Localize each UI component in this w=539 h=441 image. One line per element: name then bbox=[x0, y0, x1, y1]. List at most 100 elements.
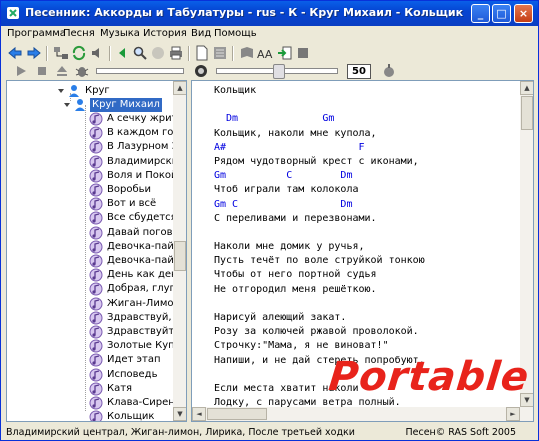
lyric-line: Наколи мне домик у ручья, bbox=[214, 241, 365, 253]
song-tree: Круг Круг Михаил А сечку жрите сВ каждом… bbox=[6, 80, 187, 422]
chord-line: Gm C Dm bbox=[214, 198, 353, 210]
note-icon bbox=[89, 211, 103, 225]
collapse-arrow-icon[interactable] bbox=[63, 98, 71, 112]
eject-icon[interactable] bbox=[54, 63, 70, 79]
book-icon[interactable] bbox=[239, 45, 255, 61]
menu-program[interactable]: Программа bbox=[7, 28, 66, 39]
tree-song-label: Девочка-пай 2 bbox=[107, 255, 184, 266]
font-size-icon[interactable]: AA bbox=[257, 45, 273, 61]
chord-line: A# F bbox=[214, 141, 365, 153]
bug-icon[interactable] bbox=[74, 63, 90, 79]
metronome-icon[interactable] bbox=[193, 63, 209, 79]
note-icon bbox=[89, 282, 103, 296]
person-icon bbox=[75, 99, 85, 111]
tree-song-label: Катя bbox=[107, 382, 133, 394]
close-button[interactable]: × bbox=[514, 4, 533, 23]
menu-bar: Программа Песня Музыка История Вид Помощ… bbox=[1, 26, 538, 43]
tool-icon[interactable] bbox=[295, 45, 311, 61]
note-icon bbox=[89, 183, 103, 197]
position-slider[interactable] bbox=[96, 68, 184, 74]
lyric-line bbox=[214, 226, 425, 240]
note-icon bbox=[89, 339, 103, 353]
title-bar[interactable]: Песенник: Аккорды и Табулатуры - rus - К… bbox=[1, 1, 538, 26]
note-icon bbox=[89, 311, 103, 325]
status-copyright: Песен© RAS Soft 2005 bbox=[405, 427, 517, 438]
lyric-line: Нарисуй алеющий закат. bbox=[214, 312, 347, 323]
app-icon bbox=[7, 7, 19, 19]
tree-song-label: Воробьи bbox=[107, 184, 152, 195]
scroll-up-button[interactable]: ▲ bbox=[520, 81, 533, 95]
new-document-icon[interactable] bbox=[194, 45, 210, 61]
tree-song-label: Вот и всё bbox=[107, 198, 157, 210]
tree-song-label: Воля и Покой bbox=[107, 169, 178, 181]
tree-song-label: Все сбудется bbox=[107, 212, 177, 224]
chord-line: Gm C Dm bbox=[214, 170, 353, 182]
note-icon bbox=[89, 254, 103, 268]
app-window: Песенник: Аккорды и Табулатуры - rus - К… bbox=[0, 0, 539, 441]
note-icon bbox=[89, 382, 103, 396]
note-icon bbox=[89, 169, 103, 183]
menu-help[interactable]: Помощь bbox=[214, 28, 257, 39]
note-icon bbox=[89, 410, 103, 421]
speed-slider-thumb[interactable] bbox=[273, 64, 285, 79]
tree-song-label: Исповедь bbox=[107, 368, 158, 380]
menu-history[interactable]: История bbox=[143, 28, 187, 39]
scroll-right-button[interactable]: ► bbox=[506, 407, 520, 421]
note-icon bbox=[89, 140, 103, 154]
tree-song-label: Идет этап bbox=[107, 354, 161, 366]
lyric-line: Пусть течёт по воле струйкой тонкою bbox=[214, 255, 425, 267]
lyric-line: Чтобы от него портной судья bbox=[214, 269, 377, 281]
disabled-tool-icon[interactable] bbox=[150, 45, 166, 61]
chord-line: Dm Gm bbox=[214, 113, 335, 125]
text-hscroll-thumb[interactable] bbox=[207, 408, 267, 420]
scroll-down-button[interactable]: ▼ bbox=[173, 407, 186, 421]
tree-icon[interactable] bbox=[53, 45, 69, 61]
lyric-line: Не отгородил меня решёткою. bbox=[214, 283, 377, 295]
status-bar: Владимирский централ, Жиган-лимон, Лирик… bbox=[1, 424, 538, 440]
tree-scrollbar[interactable]: ▲ ▼ bbox=[173, 81, 186, 421]
minimize-button[interactable]: _ bbox=[471, 4, 490, 23]
menu-song[interactable]: Песня bbox=[63, 28, 95, 39]
collapse-arrow-icon[interactable] bbox=[57, 84, 65, 98]
svg-text:AA: AA bbox=[257, 48, 273, 61]
note-icon bbox=[89, 325, 103, 339]
prev-mark-icon[interactable] bbox=[115, 45, 131, 61]
export-icon[interactable] bbox=[277, 45, 293, 61]
refresh-icon[interactable] bbox=[71, 45, 87, 61]
lyric-line bbox=[214, 98, 425, 112]
tree-song-label: В Лазурном З bbox=[107, 141, 179, 153]
settings-icon[interactable] bbox=[381, 63, 397, 79]
stop-icon[interactable] bbox=[34, 63, 50, 79]
lyric-line: Кольщик bbox=[214, 85, 257, 96]
tab-icon[interactable] bbox=[212, 45, 228, 61]
maximize-button[interactable]: □ bbox=[492, 4, 511, 23]
note-icon bbox=[89, 155, 103, 169]
speaker-icon[interactable] bbox=[90, 45, 106, 61]
print-icon[interactable] bbox=[168, 45, 184, 61]
lyric-line: С переливами и перезвонами. bbox=[214, 212, 377, 224]
tree-song-label: Девочка-пай bbox=[107, 240, 174, 252]
forward-arrow-icon[interactable] bbox=[26, 45, 42, 61]
tree-scroll-thumb[interactable] bbox=[174, 241, 186, 271]
scroll-left-button[interactable]: ◄ bbox=[192, 407, 206, 421]
menu-music[interactable]: Музыка bbox=[100, 28, 140, 39]
lyric-line: Чтоб играли там колокола bbox=[214, 184, 359, 196]
note-icon bbox=[89, 396, 103, 410]
note-icon bbox=[89, 226, 103, 240]
play-icon[interactable] bbox=[13, 63, 29, 79]
portable-watermark: Portable bbox=[326, 354, 532, 400]
speed-value[interactable]: 50 bbox=[347, 64, 371, 79]
search-icon[interactable] bbox=[132, 45, 148, 61]
back-arrow-icon[interactable] bbox=[7, 45, 23, 61]
menu-view[interactable]: Вид bbox=[191, 28, 211, 39]
scroll-up-button[interactable]: ▲ bbox=[173, 81, 186, 95]
tree-song-label: Жиган-Лимон bbox=[107, 297, 181, 309]
note-icon bbox=[89, 297, 103, 311]
note-icon bbox=[89, 126, 103, 140]
window-title: Песенник: Аккорды и Табулатуры - rus - К… bbox=[25, 6, 464, 19]
text-hscrollbar[interactable]: ◄ ► bbox=[192, 407, 520, 421]
text-scroll-thumb[interactable] bbox=[521, 96, 533, 130]
note-icon bbox=[89, 368, 103, 382]
lyric-line: Строчку:"Мама, я не виноват!" bbox=[214, 340, 389, 352]
note-icon bbox=[89, 197, 103, 211]
